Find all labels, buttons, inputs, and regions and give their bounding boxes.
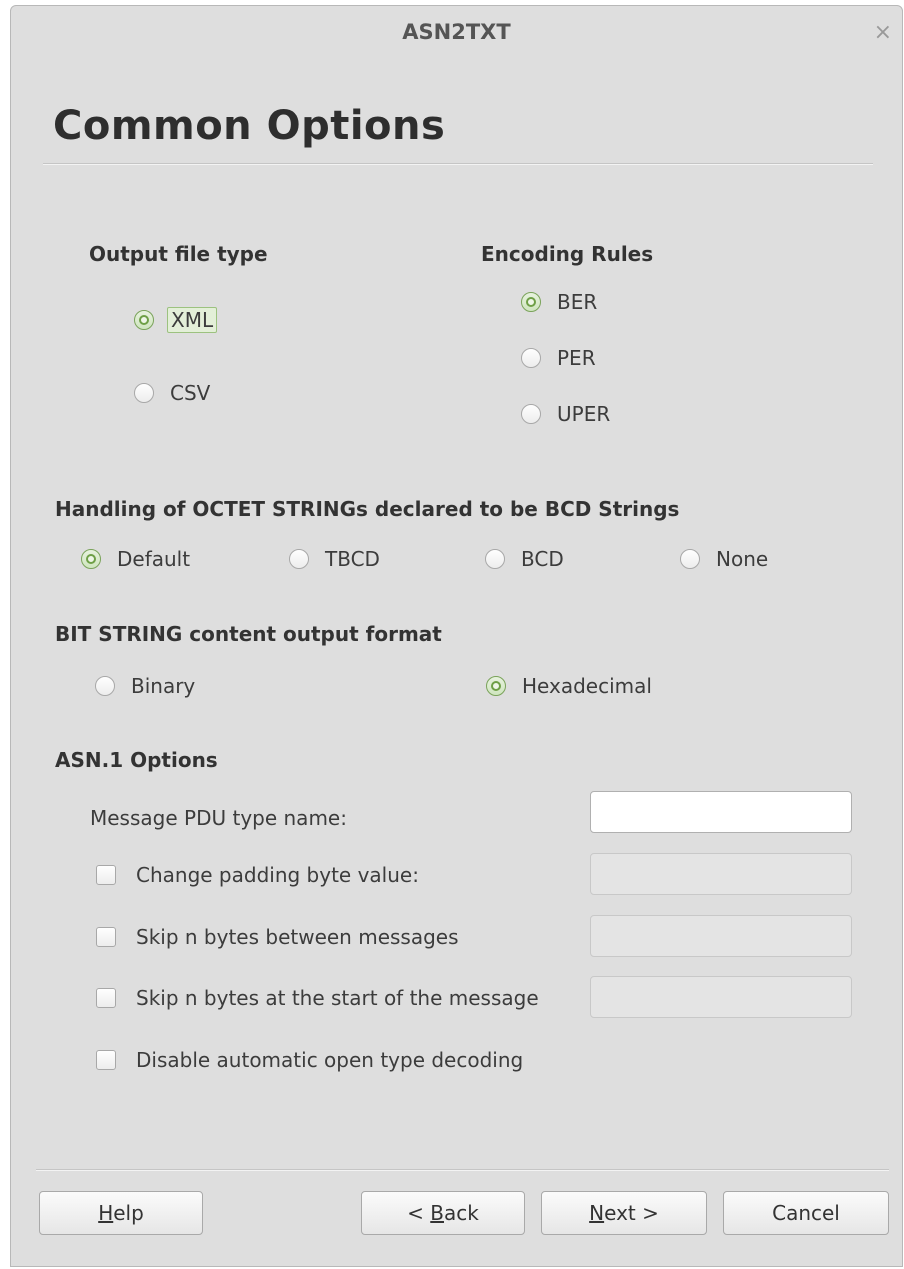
radio-hexadecimal-label: Hexadecimal bbox=[522, 674, 652, 698]
radio-binary-label: Binary bbox=[131, 674, 196, 698]
radio-tbcd-label: TBCD bbox=[325, 547, 380, 571]
radio-xml[interactable]: XML bbox=[134, 307, 218, 333]
back-button[interactable]: < Back bbox=[361, 1191, 525, 1235]
radio-ber[interactable]: BER bbox=[521, 290, 597, 314]
bit-string-title: BIT STRING content output format bbox=[55, 622, 442, 646]
radio-indicator[interactable] bbox=[95, 676, 115, 696]
next-mnemonic: N bbox=[589, 1201, 605, 1225]
heading-divider bbox=[43, 163, 873, 165]
checkbox-indicator[interactable] bbox=[96, 988, 116, 1008]
radio-indicator[interactable] bbox=[289, 549, 309, 569]
radio-per[interactable]: PER bbox=[521, 346, 596, 370]
back-prefix: < bbox=[407, 1201, 431, 1225]
checkbox-indicator[interactable] bbox=[96, 1050, 116, 1070]
radio-csv-label: CSV bbox=[170, 381, 211, 405]
asn1-options-title: ASN.1 Options bbox=[55, 748, 218, 772]
radio-csv[interactable]: CSV bbox=[134, 381, 210, 405]
skip-between-input bbox=[590, 915, 852, 957]
radio-none-label: None bbox=[716, 547, 769, 571]
radio-indicator-checked[interactable] bbox=[521, 292, 541, 312]
radio-ber-label: BER bbox=[557, 290, 598, 314]
pdu-type-input[interactable] bbox=[590, 791, 852, 833]
next-button[interactable]: Next > bbox=[541, 1191, 707, 1235]
radio-indicator[interactable] bbox=[485, 549, 505, 569]
bcd-handling-title: Handling of OCTET STRINGs declared to be… bbox=[55, 497, 680, 521]
radio-default[interactable]: Default bbox=[81, 547, 190, 571]
change-padding-label: Change padding byte value: bbox=[136, 863, 419, 887]
disable-open-type-label: Disable automatic open type decoding bbox=[136, 1048, 524, 1072]
asn2txt-wizard-window: ASN2TXT × Common Options Output file typ… bbox=[10, 5, 903, 1267]
radio-indicator[interactable] bbox=[680, 549, 700, 569]
skip-start-label: Skip n bytes at the start of the message bbox=[136, 986, 539, 1010]
disable-open-type-checkbox[interactable]: Disable automatic open type decoding bbox=[96, 1048, 523, 1072]
skip-start-input bbox=[590, 976, 852, 1018]
checkbox-indicator[interactable] bbox=[96, 865, 116, 885]
radio-bcd[interactable]: BCD bbox=[485, 547, 564, 571]
radio-tbcd[interactable]: TBCD bbox=[289, 547, 380, 571]
help-mnemonic: H bbox=[98, 1201, 114, 1225]
close-icon[interactable]: × bbox=[874, 22, 892, 44]
radio-none[interactable]: None bbox=[680, 547, 768, 571]
page-title: Common Options bbox=[53, 103, 446, 149]
radio-indicator[interactable] bbox=[521, 348, 541, 368]
output-file-type-title: Output file type bbox=[89, 242, 268, 266]
radio-uper[interactable]: UPER bbox=[521, 402, 610, 426]
skip-start-checkbox[interactable]: Skip n bytes at the start of the message bbox=[96, 986, 539, 1010]
radio-indicator-checked[interactable] bbox=[81, 549, 101, 569]
skip-between-label: Skip n bytes between messages bbox=[136, 925, 459, 949]
checkbox-indicator[interactable] bbox=[96, 927, 116, 947]
radio-per-label: PER bbox=[557, 346, 596, 370]
skip-between-checkbox[interactable]: Skip n bytes between messages bbox=[96, 925, 459, 949]
help-label-rest: elp bbox=[113, 1201, 144, 1225]
radio-hexadecimal[interactable]: Hexadecimal bbox=[486, 674, 652, 698]
pdu-type-label: Message PDU type name: bbox=[90, 806, 347, 830]
title-bar[interactable]: ASN2TXT × bbox=[11, 6, 902, 76]
radio-indicator-checked[interactable] bbox=[486, 676, 506, 696]
help-button[interactable]: Help bbox=[39, 1191, 203, 1235]
radio-xml-label: XML bbox=[167, 307, 218, 333]
encoding-rules-title: Encoding Rules bbox=[481, 242, 654, 266]
radio-indicator[interactable] bbox=[521, 404, 541, 424]
radio-default-label: Default bbox=[117, 547, 191, 571]
radio-indicator[interactable] bbox=[134, 383, 154, 403]
footer-divider bbox=[36, 1169, 889, 1171]
radio-uper-label: UPER bbox=[557, 402, 611, 426]
radio-indicator-checked[interactable] bbox=[134, 310, 154, 330]
window-title: ASN2TXT bbox=[402, 20, 511, 44]
back-label-rest: ack bbox=[444, 1201, 479, 1225]
cancel-button[interactable]: Cancel bbox=[723, 1191, 889, 1235]
radio-binary[interactable]: Binary bbox=[95, 674, 195, 698]
next-label-rest: ext > bbox=[604, 1201, 659, 1225]
radio-bcd-label: BCD bbox=[521, 547, 564, 571]
padding-value-input bbox=[590, 853, 852, 895]
back-mnemonic: B bbox=[430, 1201, 444, 1225]
change-padding-checkbox[interactable]: Change padding byte value: bbox=[96, 863, 419, 887]
